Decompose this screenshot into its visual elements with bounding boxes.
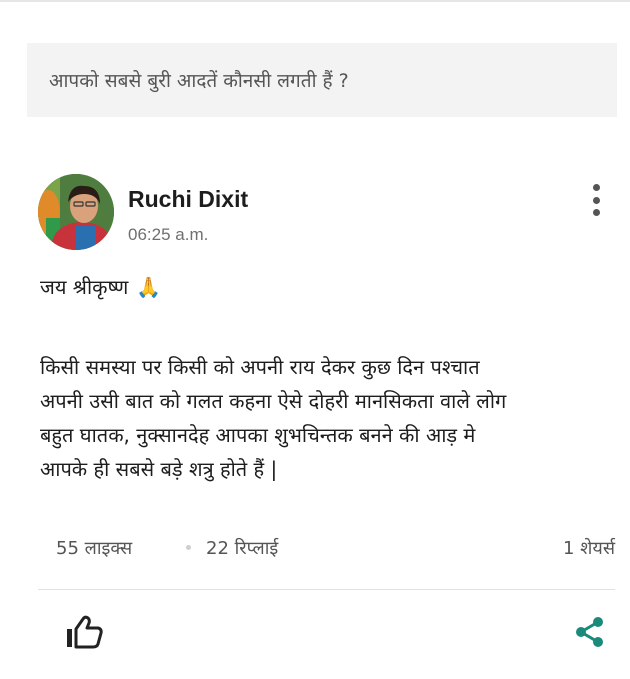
avatar-image (38, 174, 114, 250)
post-line: बहुत घातक, नुक्सानदेह आपका शुभचिन्तक बनन… (40, 423, 476, 447)
like-button[interactable] (64, 614, 104, 650)
question-text: आपको सबसे बुरी आदतें कौनसी लगती हैं ? (49, 70, 349, 92)
post-line: अपनी उसी बात को गलत कहना ऐसे दोहरी मानसि… (40, 389, 507, 413)
greeting-text: जय श्रीकृष्ण (40, 275, 129, 299)
actions-divider (38, 589, 615, 590)
post-line: किसी समस्या पर किसी को अपनी राय देकर कुछ… (40, 355, 480, 379)
post-stats: 55 लाइक्स 22 रिप्लाई 1 शेयर्स (40, 533, 615, 561)
top-divider (0, 0, 630, 2)
folded-hands-icon: 🙏 (136, 274, 162, 299)
avatar[interactable] (38, 174, 114, 250)
post-line: आपके ही सबसे बड़े शत्रु होते हैं | (40, 457, 278, 481)
share-icon (576, 617, 603, 647)
stats-separator (186, 545, 191, 550)
question-card[interactable]: आपको सबसे बुरी आदतें कौनसी लगती हैं ? (27, 43, 617, 117)
more-vertical-icon-dot (592, 209, 600, 216)
thumbs-up-icon (67, 615, 103, 649)
more-vertical-icon-dot (592, 196, 600, 204)
share-button[interactable] (572, 614, 608, 650)
shares-count[interactable]: 1 शेयर्स (563, 536, 615, 560)
post-time: 06:25 a.m. (128, 225, 209, 244)
replies-count[interactable]: 22 रिप्लाई (206, 536, 278, 560)
likes-count[interactable]: 55 लाइक्स (56, 536, 132, 560)
more-options-button[interactable] (582, 180, 610, 220)
author-name[interactable]: Ruchi Dixit (128, 186, 248, 213)
post-body: किसी समस्या पर किसी को अपनी राय देकर कुछ… (40, 350, 615, 486)
more-vertical-icon (592, 184, 600, 191)
post-greeting: जय श्रीकृष्ण 🙏 (40, 273, 161, 300)
